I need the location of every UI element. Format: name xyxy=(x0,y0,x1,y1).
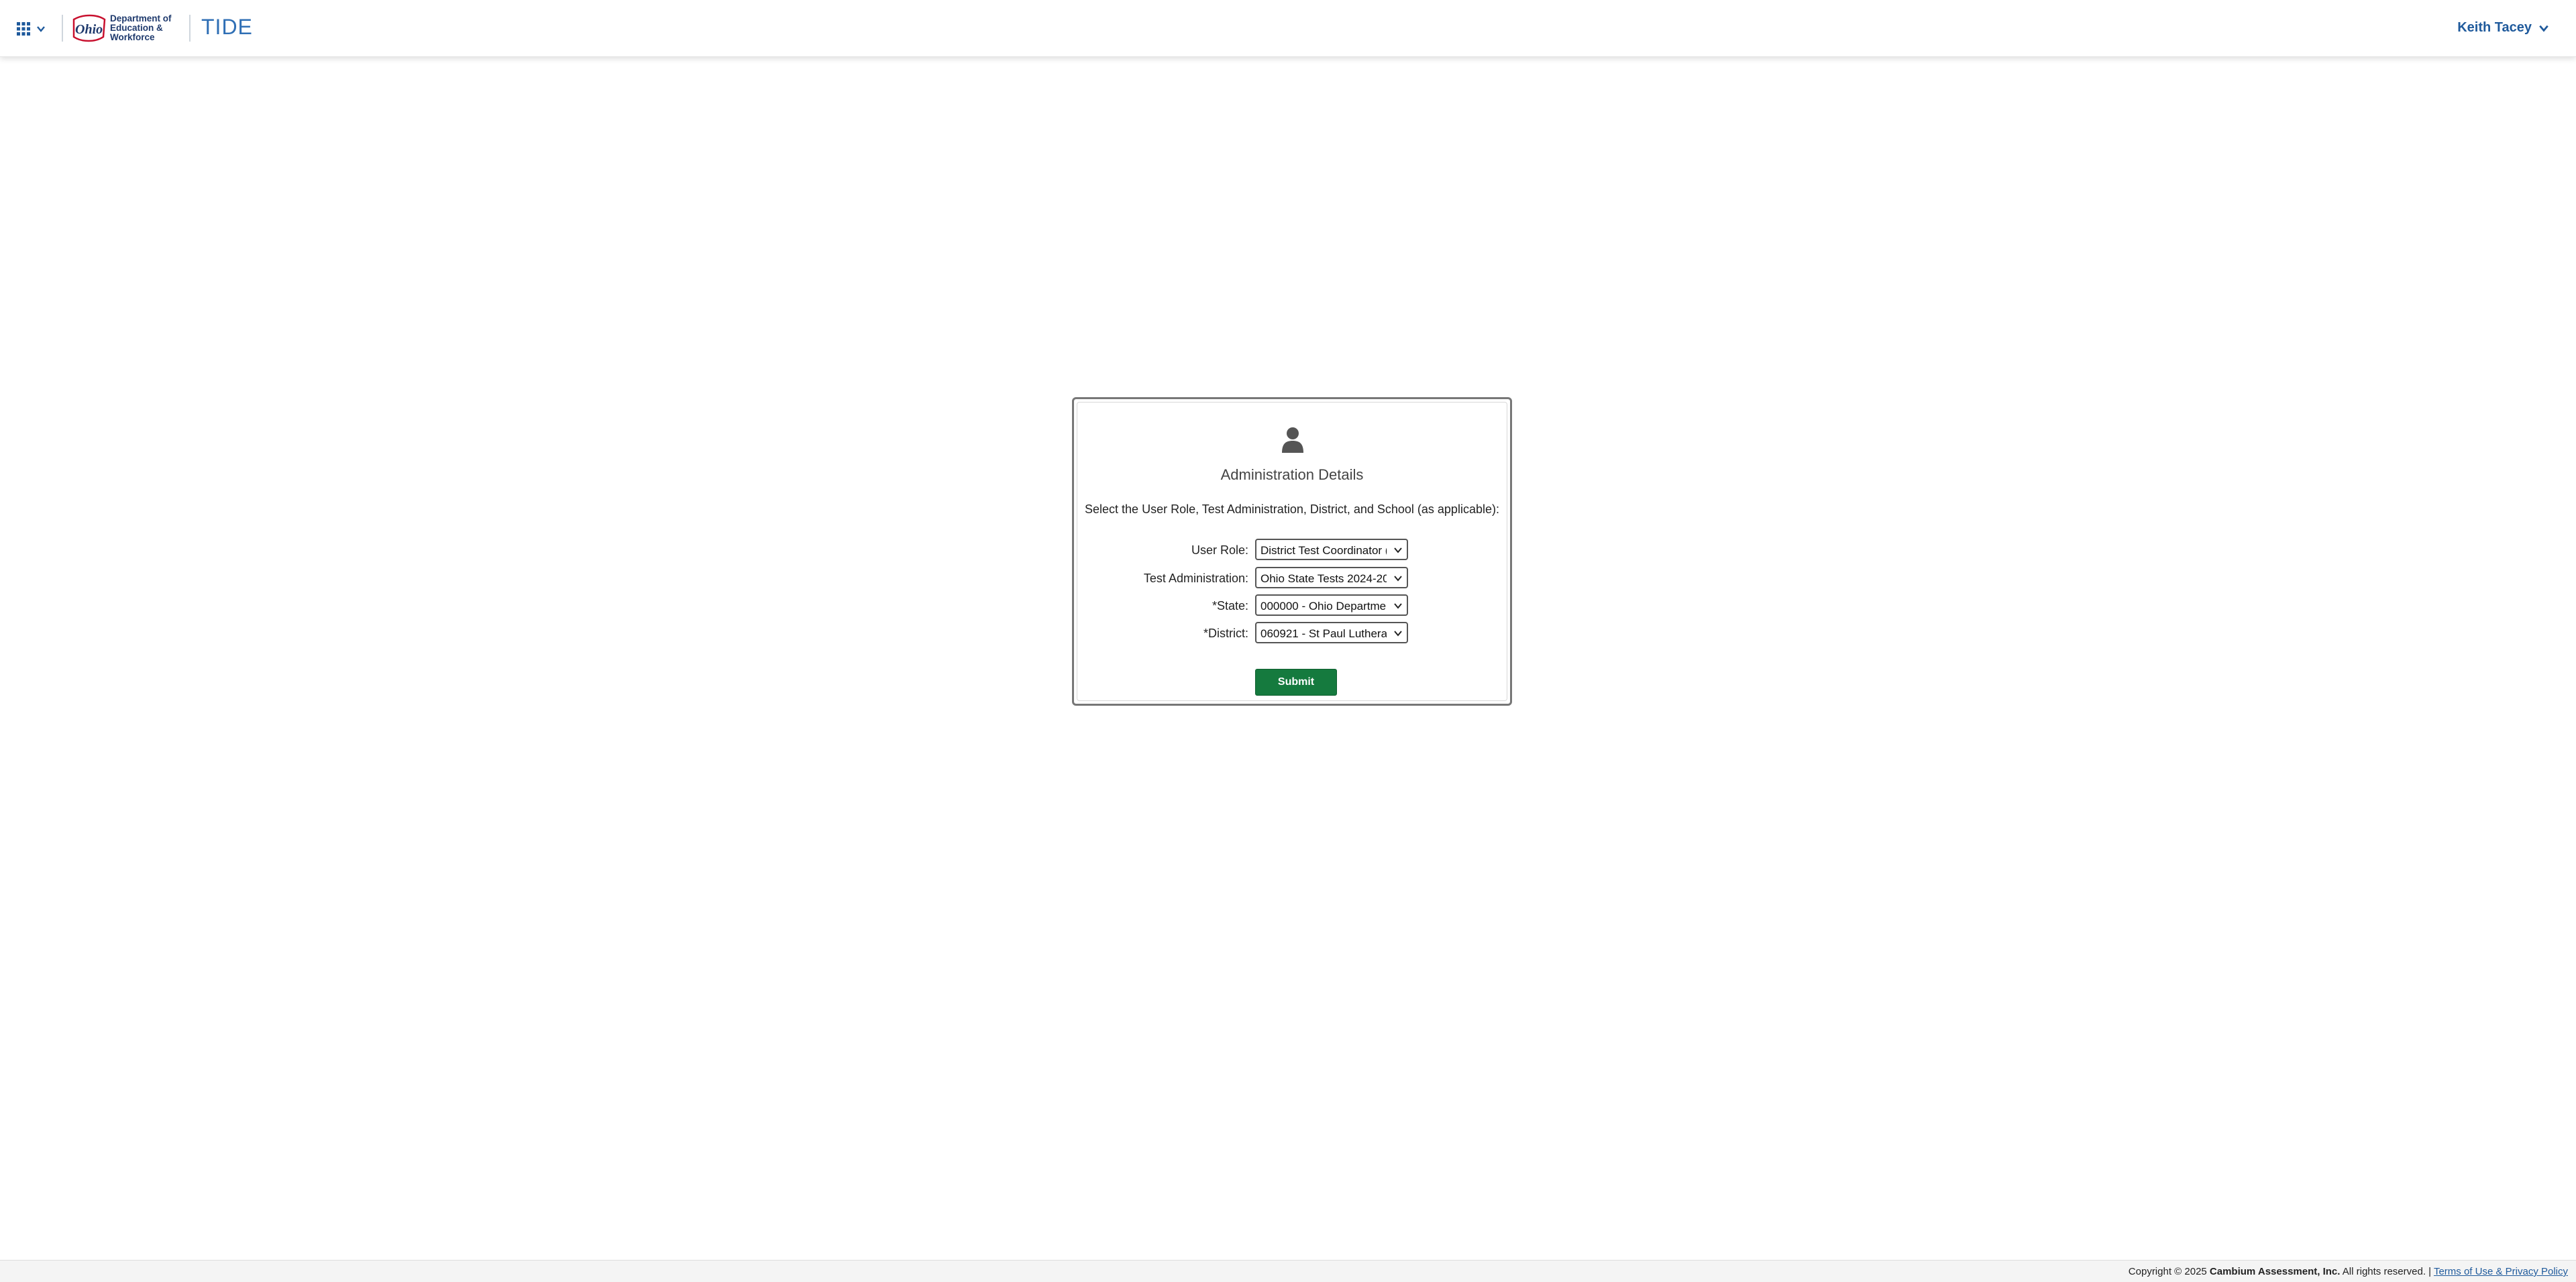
copyright-prefix: Copyright © 2025 xyxy=(2128,1266,2210,1277)
chevron-down-icon xyxy=(2539,25,2548,32)
test-administration-select[interactable]: Ohio State Tests 2024-20 xyxy=(1255,567,1408,588)
state-value: 000000 - Ohio Departmen xyxy=(1260,600,1387,612)
footer-copyright: Copyright © 2025 Cambium Assessment, Inc… xyxy=(2129,1266,2568,1277)
logo-script: Ohio xyxy=(75,22,103,37)
state-label: *State: xyxy=(1212,599,1248,612)
user-role-row: User Role: District Test Coordinator ( xyxy=(1074,539,1510,562)
page-footer: Copyright © 2025 Cambium Assessment, Inc… xyxy=(0,1260,2576,1282)
chevron-down-icon xyxy=(1394,576,1402,582)
ohio-logo-icon: Ohio xyxy=(72,14,106,42)
grid-icon xyxy=(17,22,30,36)
logo-label: Department of Education & Workforce xyxy=(110,13,172,42)
test-administration-label: Test Administration: xyxy=(1143,572,1248,585)
test-administration-row: Test Administration: Ohio State Tests 20… xyxy=(1074,567,1510,590)
ohio-dew-logo[interactable]: Ohio Department of Education & Workforce xyxy=(70,11,184,46)
header-divider xyxy=(62,15,63,42)
panel-title: Administration Details xyxy=(1220,466,1364,483)
user-menu[interactable]: Keith Tacey xyxy=(2457,20,2549,36)
test-administration-value: Ohio State Tests 2024-20 xyxy=(1260,572,1387,585)
top-header: Ohio Department of Education & Workforce… xyxy=(0,0,2576,57)
submit-button[interactable]: Submit xyxy=(1255,669,1337,696)
administration-details-panel: Administration Details Select the User R… xyxy=(1072,397,1512,706)
district-label: *District: xyxy=(1203,627,1248,640)
header-divider xyxy=(189,15,191,42)
user-role-select[interactable]: District Test Coordinator ( xyxy=(1255,539,1408,560)
user-role-value: District Test Coordinator ( xyxy=(1260,544,1387,557)
chevron-down-icon xyxy=(1394,631,1402,637)
rights-text: All rights reserved. | xyxy=(2340,1266,2434,1277)
apps-menu-button[interactable] xyxy=(16,19,54,39)
district-value: 060921 - St Paul Luthera xyxy=(1260,627,1387,640)
user-name: Keith Tacey xyxy=(2457,20,2532,35)
user-icon xyxy=(1282,427,1303,453)
district-select[interactable]: 060921 - St Paul Luthera xyxy=(1255,622,1408,643)
state-select[interactable]: 000000 - Ohio Departmen xyxy=(1255,594,1408,616)
company-name: Cambium Assessment, Inc. xyxy=(2209,1266,2341,1277)
app-name: TIDE xyxy=(201,15,253,39)
state-row: *State: 000000 - Ohio Departmen xyxy=(1074,594,1510,617)
user-role-label: User Role: xyxy=(1191,543,1248,557)
terms-privacy-link[interactable]: Terms of Use & Privacy Policy xyxy=(2434,1266,2568,1277)
panel-instructions: Select the User Role, Test Administratio… xyxy=(1085,502,1499,516)
district-row: *District: 060921 - St Paul Luthera xyxy=(1074,622,1510,645)
chevron-down-icon xyxy=(1394,603,1402,609)
chevron-down-icon xyxy=(37,26,45,32)
chevron-down-icon xyxy=(1394,547,1402,553)
